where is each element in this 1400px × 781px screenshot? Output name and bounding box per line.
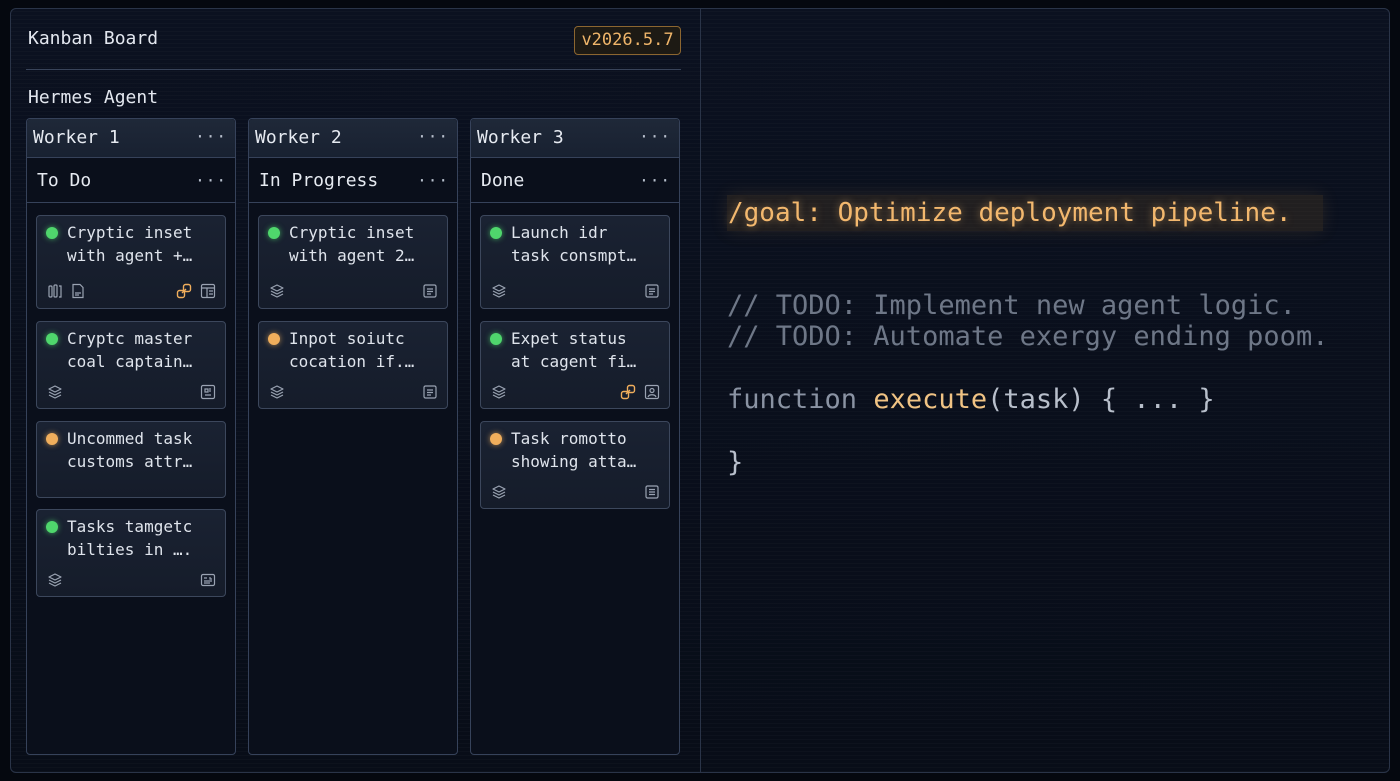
task-card[interactable]: Cryptc master coal captain… (36, 321, 226, 409)
image-icon (644, 384, 660, 400)
card-title-line-1: Task romotto (511, 429, 627, 448)
todo-comment-2: // TODO: Automate exergy ending poom. (727, 321, 1329, 352)
status-menu-icon[interactable]: ··· (195, 171, 227, 190)
version-badge: v2026.5.7 (574, 26, 681, 55)
column-worker-3: Worker 3 ··· Done ··· Launch idr task co… (470, 118, 680, 755)
task-card[interactable]: Cryptic inset with agent +… (36, 215, 226, 309)
task-card[interactable]: Expet status at cagent fi… (480, 321, 670, 409)
status-menu-icon[interactable]: ··· (417, 171, 449, 190)
card-title-line-2: at cagent fi… (511, 352, 637, 371)
card-title-line-1: Cryptc master (67, 329, 193, 348)
layers-icon (491, 283, 507, 299)
agent-name: Hermes Agent (28, 87, 159, 108)
card-title-line-1: Expet status (511, 329, 627, 348)
column-worker-2: Worker 2 ··· In Progress ··· Cryptic ins… (248, 118, 458, 755)
worker-header: Worker 1 ··· (27, 119, 235, 158)
status-dot-orange (46, 433, 58, 445)
status-dot-green (490, 333, 502, 345)
board-icon (200, 283, 216, 299)
card-title-line-1: Cryptic inset (67, 223, 193, 242)
goal-text: /goal: Optimize deployment pipeline. (728, 198, 1292, 228)
worker-name: Worker 2 (255, 127, 342, 148)
status-name: Done (481, 170, 525, 191)
card-title-line-2: cocation if.… (289, 352, 415, 371)
grid-icon (200, 384, 216, 400)
status-name: In Progress (259, 170, 379, 191)
card-title-line-2: coal captain… (67, 352, 193, 371)
status-dot-orange (268, 333, 280, 345)
task-card[interactable]: Tasks tamgetc bilties in …. (36, 509, 226, 597)
worker-name: Worker 3 (477, 127, 564, 148)
layers-icon (47, 384, 63, 400)
link-icon (620, 384, 636, 400)
worker-menu-icon[interactable]: ··· (417, 127, 449, 146)
worker-header: Worker 3 ··· (471, 119, 679, 158)
card-title-line-2: task consmpt… (511, 246, 637, 265)
document-icon (422, 283, 438, 299)
document-icon (644, 283, 660, 299)
card-title-line-2: with agent +… (67, 246, 193, 265)
status-dot-green (268, 227, 280, 239)
status-header: In Progress ··· (249, 159, 457, 203)
worker-menu-icon[interactable]: ··· (195, 127, 227, 146)
tools-icon (47, 283, 63, 299)
card-title-line-2: customs attr… (67, 452, 193, 471)
card-title-line-1: Launch idr (511, 223, 608, 242)
card-title-line-1: Cryptic inset (289, 223, 415, 242)
worker-menu-icon[interactable]: ··· (639, 127, 671, 146)
link-icon (176, 283, 192, 299)
board-title: Kanban Board (28, 28, 159, 49)
closing-brace: } (727, 447, 744, 478)
status-dot-orange (490, 433, 502, 445)
document-icon (70, 283, 86, 299)
status-dot-green (46, 521, 58, 533)
todo-comment-1: // TODO: Implement new agent logic. (727, 290, 1296, 321)
task-card[interactable]: Uncommed task customs attr… (36, 421, 226, 498)
function-params: (task) { ... } (987, 384, 1215, 415)
task-card[interactable]: Launch idr task consmpt… (480, 215, 670, 309)
task-card[interactable]: Task romotto showing atta… (480, 421, 670, 509)
layers-icon (269, 384, 285, 400)
panel-divider (700, 8, 701, 773)
layers-icon (491, 384, 507, 400)
status-header: Done ··· (471, 159, 679, 203)
function-keyword: function (727, 384, 858, 415)
card-icon (200, 572, 216, 588)
status-dot-green (46, 227, 58, 239)
status-dot-green (46, 333, 58, 345)
document-icon (644, 484, 660, 500)
card-title-line-2: with agent 2… (289, 246, 415, 265)
task-card[interactable]: Cryptic inset with agent 2… (258, 215, 448, 309)
card-title-line-1: Uncommed task (67, 429, 193, 448)
card-title-line-2: showing atta… (511, 452, 637, 471)
worker-name: Worker 1 (33, 127, 120, 148)
document-icon (422, 384, 438, 400)
card-title-line-1: Inpot soiutc (289, 329, 405, 348)
worker-header: Worker 2 ··· (249, 119, 457, 158)
status-name: To Do (37, 170, 92, 191)
card-title-line-2: bilties in …. (67, 540, 193, 559)
function-name: execute (873, 384, 988, 415)
layers-icon (269, 283, 285, 299)
status-dot-green (490, 227, 502, 239)
goal-highlight: /goal: Optimize deployment pipeline. (727, 195, 1323, 231)
layers-icon (47, 572, 63, 588)
status-menu-icon[interactable]: ··· (639, 171, 671, 190)
status-header: To Do ··· (27, 159, 235, 203)
function-signature: function execute(task) { ... } (727, 384, 1215, 415)
header-divider (26, 69, 681, 70)
layers-icon (491, 484, 507, 500)
card-title-line-1: Tasks tamgetc (67, 517, 193, 536)
column-worker-1: Worker 1 ··· To Do ··· Cryptic inset wit… (26, 118, 236, 755)
task-card[interactable]: Inpot soiutc cocation if.… (258, 321, 448, 409)
